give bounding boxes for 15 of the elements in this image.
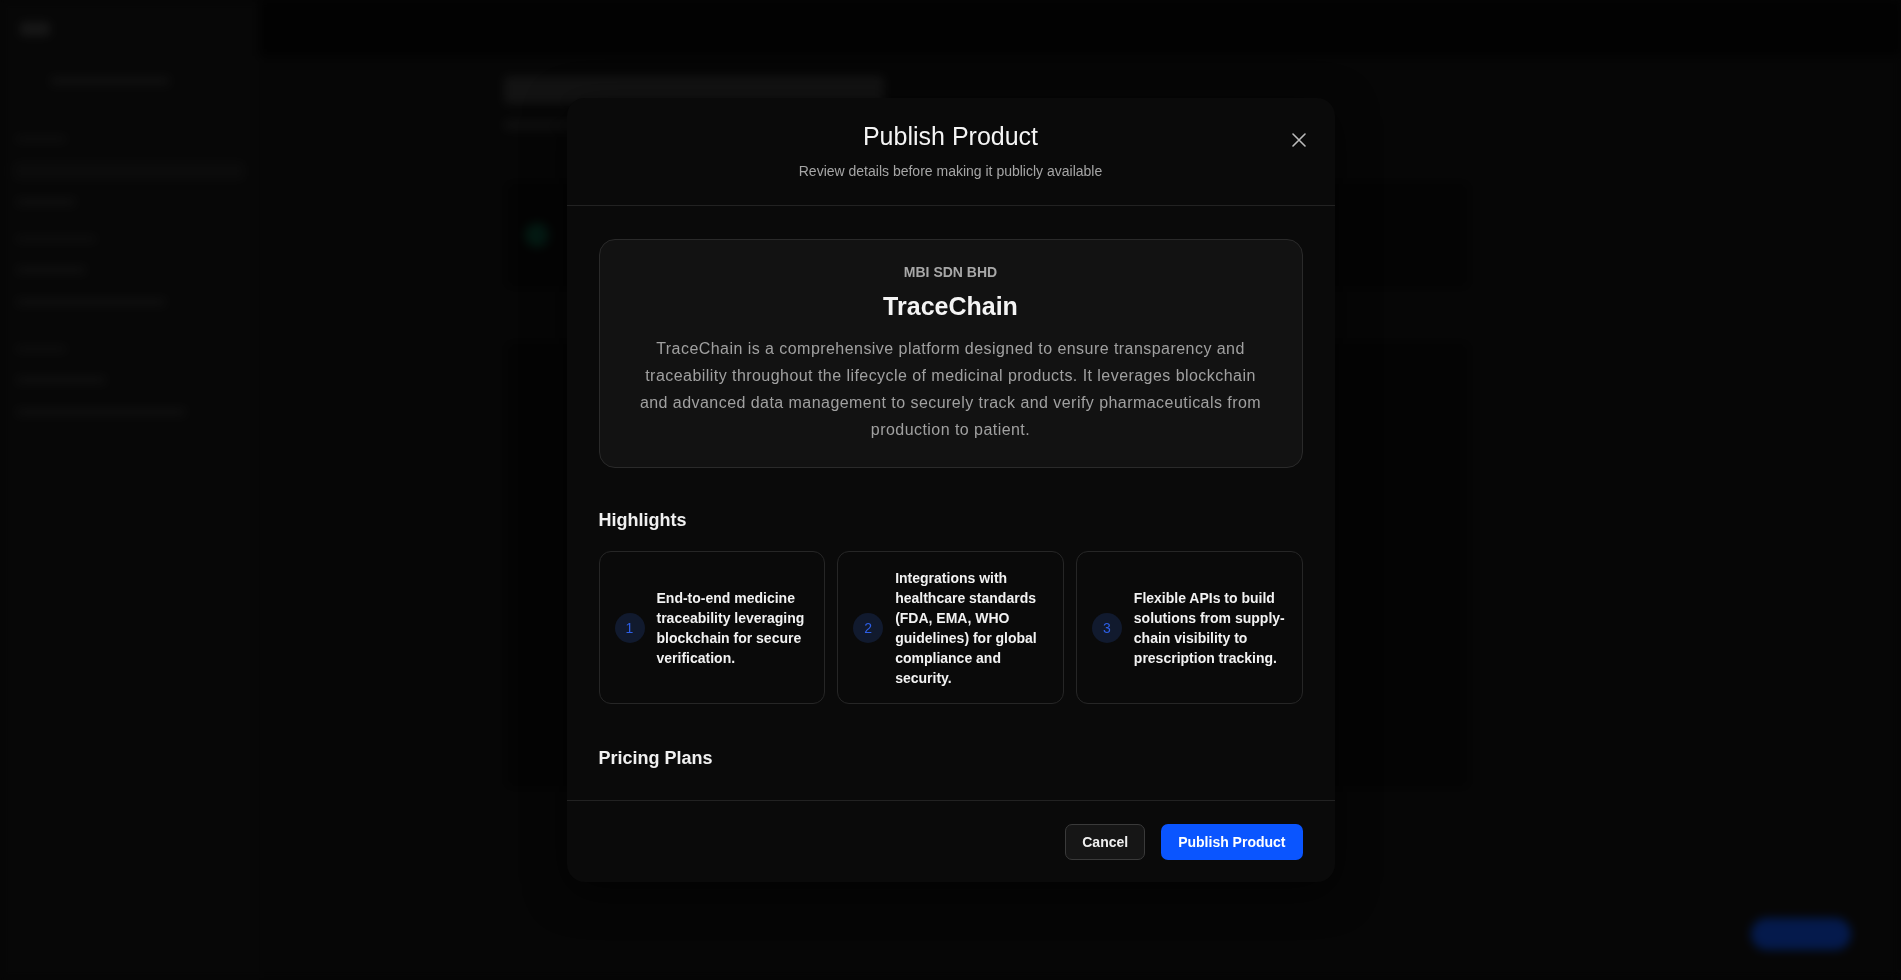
- publish-button[interactable]: Publish Product: [1161, 823, 1303, 860]
- step-number: 1: [614, 612, 645, 643]
- cancel-button[interactable]: Cancel: [1065, 823, 1146, 860]
- step-number: 3: [1091, 612, 1122, 643]
- dialog-subtitle: Review details before making it publicly available: [797, 163, 1104, 179]
- highlight-text: Integrations with healthcare standards (FDA, EMA, WHO guidelines) for global compliance and security.: [895, 568, 1038, 688]
- step-number: 2: [853, 612, 884, 643]
- highlight-text: End-to-end medicine traceability leveraging blockchain for secure verification.: [656, 588, 806, 668]
- company-name: MBI SDN BHD: [902, 264, 999, 280]
- product-description: TraceChain is a comprehensive platform designed to ensure transparency and traceability throughout the lifecycle of medicinal products. It leverages blockchain and advanced data management to securely track and verify pharmaceuticals from production to patient.: [638, 339, 1263, 440]
- section-heading: Highlights: [598, 510, 688, 531]
- dialog-title: Publish Product: [862, 122, 1039, 151]
- product-name: TraceChain: [882, 292, 1019, 321]
- highlight-text: Flexible APIs to build solutions from supply-chain visibility to prescription tracking.: [1133, 588, 1286, 668]
- section-heading: Pricing Plans: [598, 748, 714, 769]
